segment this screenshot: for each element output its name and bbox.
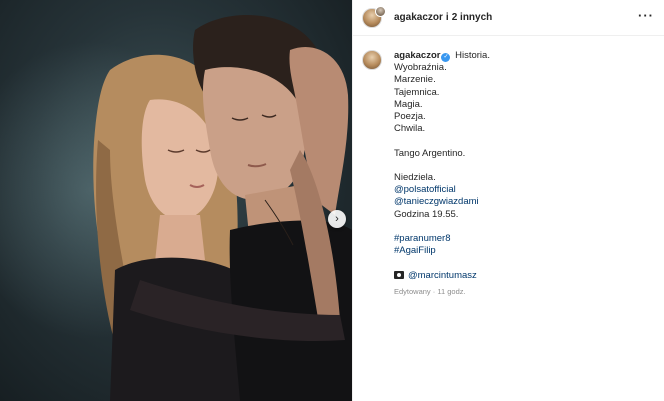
header-username[interactable]: agakaczor [394, 12, 443, 23]
post-photo[interactable]: › [0, 0, 352, 401]
caption-time: Godzina 19.55. [394, 208, 459, 220]
post-sidebar: agakaczor i 2 innych ··· agakaczor ✓ Hist… [352, 0, 664, 401]
couple-photo-illustration [93, 15, 352, 401]
mention-link-taniec[interactable]: @tanieczgwiazdami [394, 196, 490, 208]
avatar[interactable] [362, 5, 386, 28]
caption-line: Wyobraźnia. [394, 62, 447, 74]
post-header: agakaczor i 2 innych ··· [353, 0, 664, 36]
caption-line: Magia. [394, 98, 423, 110]
verified-badge-icon: ✓ [441, 53, 451, 62]
caption-gap [394, 257, 490, 269]
caption-body: agakaczor ✓ Historia. Wyobraźnia. Marzeni… [394, 50, 490, 298]
caption-tango: Tango Argentino. [394, 147, 466, 159]
instagram-post: › agakaczor i 2 innych ··· agakaczor ✓ Hi… [0, 0, 664, 401]
chevron-right-icon: › [335, 213, 339, 225]
caption-line: Chwila. [394, 123, 426, 135]
edited-timestamp: Edytowany · 11 godz. [394, 286, 466, 296]
header-others-link[interactable]: 2 innych [452, 12, 493, 23]
hashtag-link-agaifilip[interactable]: #AgaiFilip [394, 245, 490, 257]
caption-gap [394, 135, 490, 147]
mention-link-polsat[interactable]: @polsatofficial [394, 184, 490, 196]
caption-line: Marzenie. [394, 74, 436, 86]
mention-link-photographer[interactable]: @marcintumasz [408, 270, 477, 281]
caption-line: Poezja. [394, 111, 426, 123]
hashtag-link-paranumer8[interactable]: #paranumer8 [394, 233, 490, 245]
more-horizontal-icon[interactable]: ··· [638, 9, 654, 22]
next-photo-button[interactable]: › [328, 210, 346, 228]
caption-avatar[interactable] [362, 50, 382, 70]
caption-line: Tajemnica. [394, 86, 440, 98]
caption-gap [394, 221, 490, 233]
camera-icon [394, 270, 404, 279]
caption-gap [394, 160, 490, 172]
secondary-avatar [375, 5, 386, 17]
caption-author[interactable]: agakaczor [394, 50, 440, 61]
caption-line: Historia. [455, 50, 490, 61]
header-separator: i [445, 12, 449, 23]
caption: agakaczor ✓ Historia. Wyobraźnia. Marzeni… [353, 36, 664, 298]
caption-sunday: Niedziela. [394, 172, 436, 183]
